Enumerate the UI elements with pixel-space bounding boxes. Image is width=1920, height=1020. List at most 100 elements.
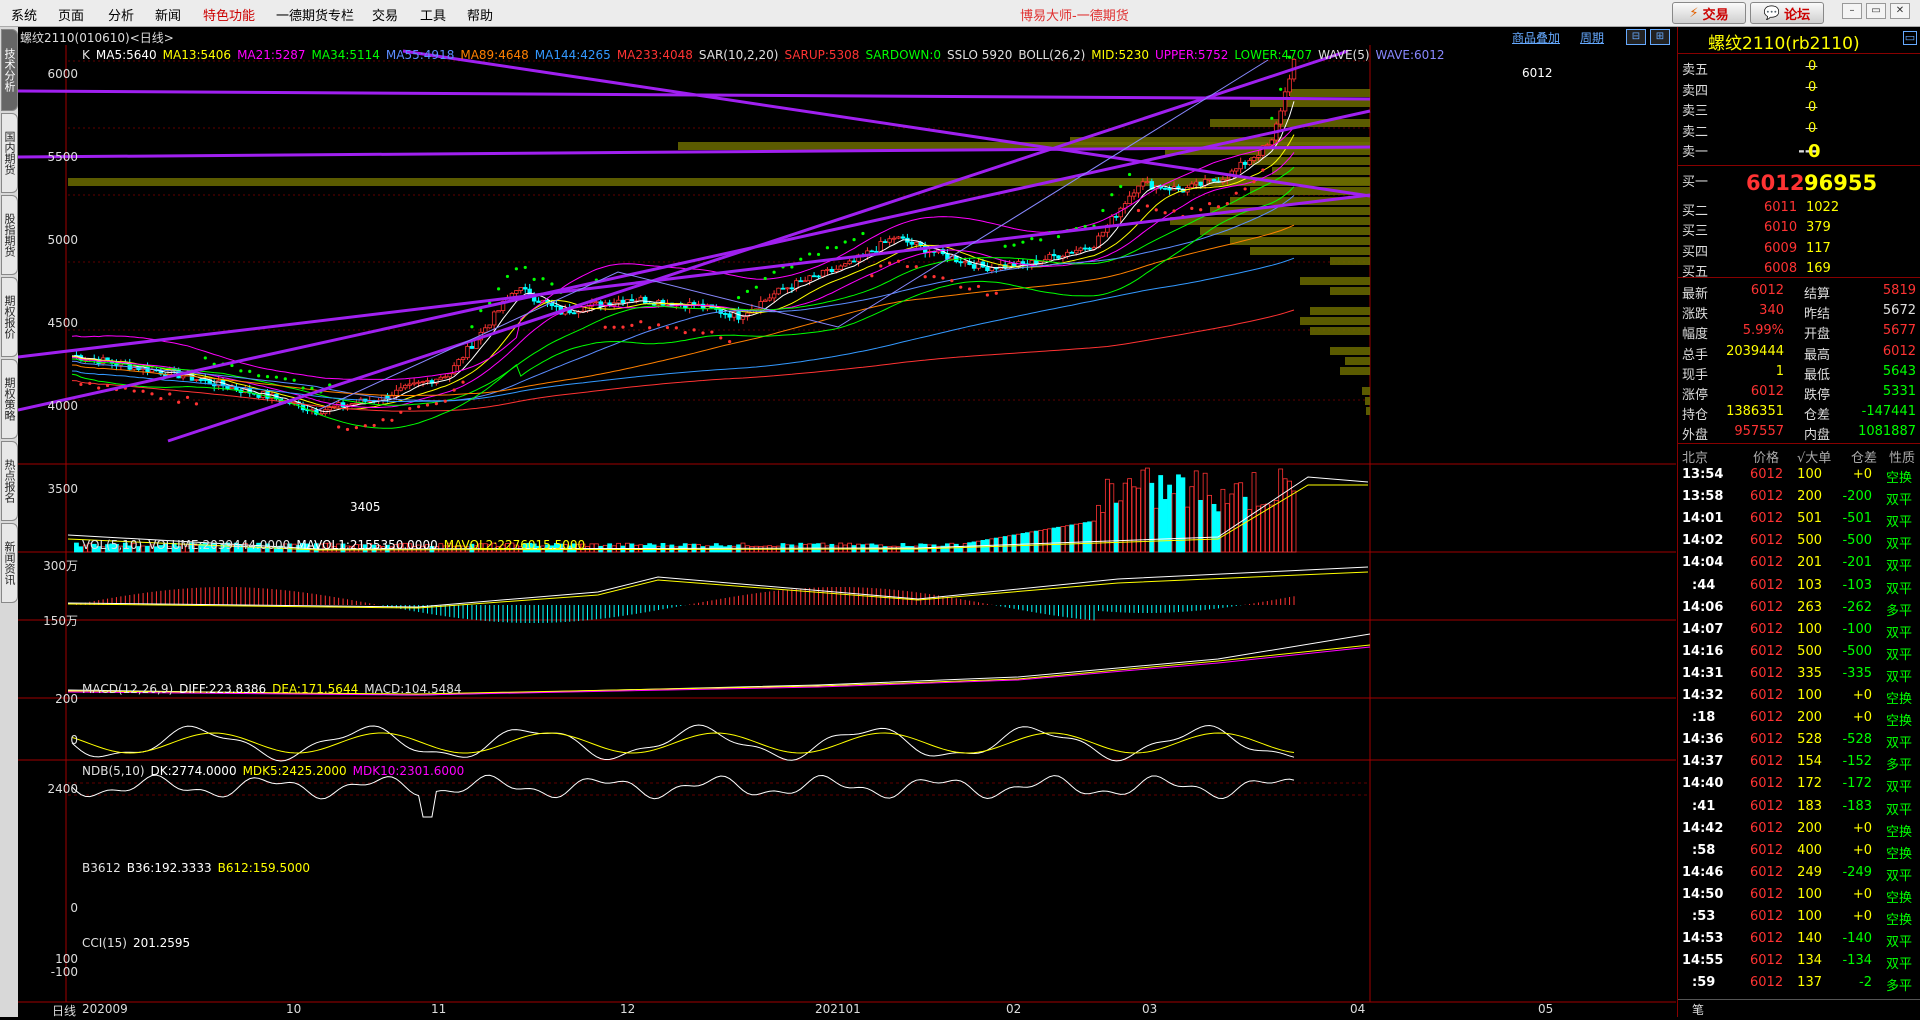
tick-nature: 空换 <box>1886 471 1913 486</box>
tab-options-strategy[interactable]: 期权策略 <box>1 359 18 439</box>
tick-time: 14:02 <box>1682 533 1724 549</box>
candle-body <box>771 293 777 299</box>
volume-bar <box>682 543 688 553</box>
menu-page[interactable]: 页面 <box>58 5 84 24</box>
sar-dot <box>381 418 385 422</box>
stat-value: 2039444 <box>1726 343 1784 359</box>
product-overlay-link[interactable]: 商品叠加 <box>1512 29 1560 46</box>
vol_indicators-1: VOLUME:2039444.0000 <box>148 538 291 552</box>
maximize-icon[interactable]: ▭ <box>1866 3 1886 19</box>
ask-row[interactable]: 卖一 --- 0 <box>1678 139 1920 162</box>
candle-body <box>740 316 746 320</box>
layout-icon-2[interactable]: ⊞ <box>1650 29 1670 45</box>
tick-diff: +0 <box>1852 688 1872 703</box>
volume-bar <box>838 542 844 553</box>
tab-index-futures[interactable]: 股指期货 <box>1 195 18 275</box>
volume-bar <box>1033 530 1039 553</box>
tick-time: :53 <box>1692 909 1716 924</box>
candle-body <box>571 312 577 315</box>
trade-button[interactable]: ⚡ 交易 <box>1672 2 1746 24</box>
candle-body <box>1194 181 1199 185</box>
ask-row[interactable]: 卖四 —0 <box>1678 78 1920 99</box>
candle-body <box>554 305 559 308</box>
sar-dot <box>301 386 305 390</box>
tick-row: :59 6012 137 -2 多平 <box>1678 973 1920 994</box>
sar-dot <box>1003 244 1007 248</box>
candle-body <box>807 275 812 282</box>
tick-nature: 双平 <box>1886 647 1913 663</box>
bid-row[interactable]: 买五 6008 169 <box>1678 259 1920 280</box>
candle-body <box>1282 91 1288 112</box>
menu-features[interactable]: 特色功能 <box>203 5 255 24</box>
ticks-footer-label: 笔 <box>1692 1003 1705 1017</box>
main_indicators-5: MA55:4918 <box>385 48 455 62</box>
ndb_indicators-0: NDB(5,10) <box>82 764 145 778</box>
tab-options-quotes[interactable]: 期权报价 <box>1 277 18 357</box>
tab-technical-analysis[interactable]: 技术分析 <box>1 29 18 111</box>
menu-help[interactable]: 帮助 <box>467 5 493 24</box>
app-title: 博易大师-一德期货 <box>1020 9 1129 24</box>
tick-vol: 500 <box>1797 533 1822 549</box>
candle-body <box>438 376 444 380</box>
sar-dot <box>434 402 438 406</box>
volume-bar <box>1238 482 1244 553</box>
forum-button[interactable]: 💬 论坛 <box>1750 2 1824 24</box>
bid-row[interactable]: 买二 6011 1022 <box>1678 198 1920 219</box>
tick-price: 6012 <box>1750 599 1784 615</box>
bid-row[interactable]: 买三 6010 379 <box>1678 218 1920 239</box>
tick-price: 6012 <box>1750 688 1784 703</box>
sar-dot <box>461 380 465 384</box>
menu-tools[interactable]: 工具 <box>420 5 446 24</box>
candle-body <box>514 290 519 294</box>
minimize-icon[interactable]: – <box>1842 3 1862 19</box>
tick-vol: 201 <box>1797 555 1822 571</box>
period-link[interactable]: 周期 <box>1580 29 1604 46</box>
macd-indicator-line: MACD(12,26,9) DIFF:223.8386 DEA:171.5644 MA… <box>82 682 468 696</box>
layout-icon-1[interactable]: ⊟ <box>1626 29 1646 45</box>
tab-hot-signup[interactable]: 热点报名 <box>1 441 18 521</box>
tick-diff: -249 <box>1842 864 1872 880</box>
chat-bubble-icon: 💬 <box>1763 5 1781 21</box>
candle-body <box>914 241 919 245</box>
bid-label: 买二 <box>1682 203 1709 219</box>
sar-dot <box>150 392 154 396</box>
tick-diff: +0 <box>1852 909 1872 924</box>
bid-price: 6010 <box>1764 220 1798 236</box>
tick-diff: -140 <box>1842 931 1872 947</box>
volume-bar <box>1171 493 1177 553</box>
ticks-header-big[interactable]: √大单 <box>1797 447 1831 466</box>
ask-row[interactable]: 卖三 —0 <box>1678 98 1920 119</box>
candle-body <box>496 310 501 313</box>
candle-body <box>780 287 786 290</box>
sar-dot <box>799 257 803 261</box>
sar-dot <box>452 388 456 392</box>
stat-label: 内盘 <box>1804 428 1831 444</box>
expand-icon[interactable]: ▭ <box>1903 31 1917 45</box>
menu-system[interactable]: 系统 <box>11 5 37 24</box>
bid-row[interactable]: 买一 6012 96955 <box>1678 169 1920 195</box>
tab-domestic-futures[interactable]: 国内期货 <box>1 113 18 193</box>
sar-dot <box>1243 187 1247 191</box>
menu-news[interactable]: 新闻 <box>155 5 181 24</box>
volume-bar <box>1282 478 1288 553</box>
sar-dot <box>1030 237 1034 241</box>
volume-bar <box>1189 486 1195 553</box>
ask-row[interactable]: 卖五 —0 <box>1678 57 1920 78</box>
tab-news-info[interactable]: 新闻资讯 <box>1 523 18 603</box>
candle-body <box>723 313 728 315</box>
tick-price: 6012 <box>1750 577 1784 593</box>
bid-row[interactable]: 买四 6009 117 <box>1678 239 1920 260</box>
tick-nature: 双平 <box>1886 736 1913 752</box>
menu-trade[interactable]: 交易 <box>372 5 398 24</box>
menu-analysis[interactable]: 分析 <box>108 5 134 24</box>
price-tick-4000: 4000 <box>47 399 78 413</box>
sar-dot <box>1021 240 1025 244</box>
close-icon[interactable]: ✕ <box>1890 3 1910 19</box>
menu-yide-column[interactable]: 一德期货专栏 <box>276 5 354 24</box>
volume-profile-bar <box>1345 357 1370 365</box>
sar-dot <box>968 287 972 291</box>
volume-bar <box>1087 521 1092 553</box>
tick-time: 14:04 <box>1682 555 1724 571</box>
ask-row[interactable]: 卖二 —0 <box>1678 119 1920 140</box>
candle-body <box>1047 254 1052 261</box>
